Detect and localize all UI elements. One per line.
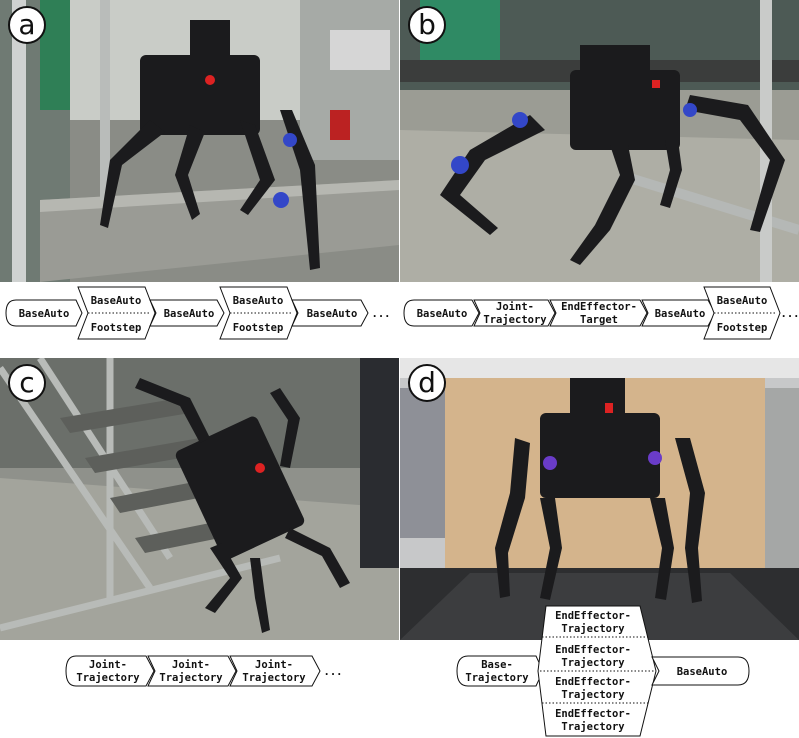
photo-c: c (0, 358, 399, 640)
sequence-c: Joint- Trajectory Joint- Trajectory Join… (0, 640, 399, 738)
panel-b-badge: b (408, 6, 446, 44)
seq-d-branch-2-label-1: EndEffector- (555, 644, 631, 656)
seq-a-node-2b-label: Footstep (91, 322, 142, 334)
seq-b-node-2-label-2: Trajectory (483, 314, 547, 326)
seq-d-branch-1-label-1: EndEffector- (555, 610, 631, 622)
sequence-c-diagram: Joint- Trajectory Joint- Trajectory Join… (65, 655, 343, 687)
seq-a-node-5-label: BaseAuto (307, 308, 358, 320)
seq-c-node-2-label-1: Joint- (172, 659, 210, 671)
seq-b-node-5b-label: Footstep (717, 322, 768, 334)
panel-d-badge: d (408, 364, 446, 402)
seq-b-node-5a-label: BaseAuto (717, 295, 768, 307)
photo-d-scene (400, 358, 799, 640)
seq-d-branch-4-label-1: EndEffector- (555, 708, 631, 720)
seq-d-node-1-label-2: Trajectory (465, 672, 529, 684)
seq-b-node-3-label-2: Target (580, 314, 618, 326)
seq-c-ellipsis: ... (324, 666, 343, 678)
seq-c-node-1-label-2: Trajectory (76, 672, 140, 684)
seq-b-node-2-label-1: Joint- (496, 301, 534, 313)
seq-b-node-3-label-1: EndEffector- (561, 301, 637, 313)
photo-d: d (400, 358, 799, 640)
seq-d-node-1-label-1: Base- (481, 659, 513, 671)
seq-a-node-1-label: BaseAuto (19, 308, 70, 320)
seq-d-branch-4-label-2: Trajectory (561, 721, 625, 733)
photo-b: b (400, 0, 799, 282)
sequence-a-diagram: BaseAuto BaseAuto Footstep BaseAuto Base… (5, 286, 391, 340)
panel-c-badge: c (8, 364, 46, 402)
panel-a-badge: a (8, 6, 46, 44)
seq-c-node-1-label-1: Joint- (89, 659, 127, 671)
seq-b-ellipsis: ... (781, 308, 799, 320)
seq-b-node-1-label: BaseAuto (417, 308, 468, 320)
seq-a-node-4a-label: BaseAuto (233, 295, 284, 307)
photo-a-scene (0, 0, 399, 282)
sequence-a: BaseAuto BaseAuto Footstep BaseAuto Base… (0, 282, 399, 350)
sequence-b: BaseAuto Joint- Trajectory EndEffector- … (400, 282, 799, 350)
seq-a-ellipsis: ... (372, 308, 391, 320)
sequence-d: Base- Trajectory EndEffector- Trajectory… (400, 604, 799, 738)
seq-d-branch-3-label-2: Trajectory (561, 689, 625, 701)
seq-c-node-2-label-2: Trajectory (159, 672, 223, 684)
seq-c-node-3-label-2: Trajectory (242, 672, 306, 684)
seq-d-branch-2-label-2: Trajectory (561, 657, 625, 669)
photo-a: a (0, 0, 399, 282)
seq-b-node-4-label: BaseAuto (655, 308, 706, 320)
seq-d-node-3-label: BaseAuto (677, 666, 728, 678)
sequence-b-diagram: BaseAuto Joint- Trajectory EndEffector- … (403, 286, 799, 340)
sequence-d-diagram: Base- Trajectory EndEffector- Trajectory… (456, 605, 750, 737)
seq-d-branch-1-label-2: Trajectory (561, 623, 625, 635)
seq-a-node-4b-label: Footstep (233, 322, 284, 334)
seq-a-node-3-label: BaseAuto (164, 308, 215, 320)
photo-c-scene (0, 358, 399, 640)
photo-b-scene (400, 0, 799, 282)
seq-a-node-2a-label: BaseAuto (91, 295, 142, 307)
seq-c-node-3-label-1: Joint- (255, 659, 293, 671)
seq-d-branch-3-label-1: EndEffector- (555, 676, 631, 688)
